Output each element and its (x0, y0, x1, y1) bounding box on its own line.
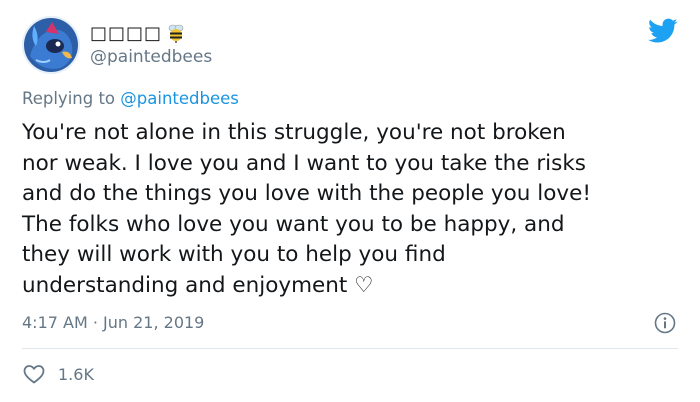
display-name[interactable]: □□□□ (90, 23, 162, 44)
heart-icon[interactable] (22, 362, 46, 386)
like-count: 1.6K (58, 364, 94, 384)
replying-to: Replying to @paintedbees (22, 89, 239, 108)
bee-icon (168, 24, 184, 43)
avatar[interactable] (22, 16, 80, 74)
tweet-actions: 1.6K (22, 362, 94, 386)
info-icon[interactable] (654, 312, 676, 334)
tweet-text: You're not alone in this struggle, you'r… (22, 120, 591, 298)
display-name-row[interactable]: □□□□ (90, 20, 186, 46)
twitter-bird-icon[interactable] (648, 18, 678, 44)
tweet-card: □□□□ @paintedbees Replying to @paintedbe… (0, 0, 700, 402)
replying-to-label: Replying to (22, 89, 121, 108)
tweet-timestamp[interactable]: 4:17 AM · Jun 21, 2019 (22, 313, 204, 332)
avatar-illustration (22, 16, 80, 74)
divider (22, 348, 678, 349)
user-handle[interactable]: @paintedbees (90, 47, 212, 67)
reply-mention-link[interactable]: @paintedbees (120, 89, 239, 108)
